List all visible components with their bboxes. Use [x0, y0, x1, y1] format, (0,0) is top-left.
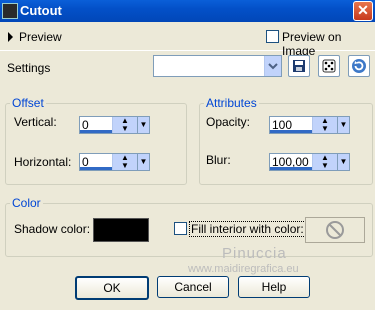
- blur-label: Blur:: [206, 153, 231, 167]
- opacity-spinner[interactable]: 100 ▲ ▼ ▼: [269, 116, 350, 134]
- close-icon: ✕: [357, 2, 369, 18]
- color-group-title: Color: [10, 196, 43, 210]
- chevron-down-icon[interactable]: ▼: [337, 154, 349, 170]
- settings-label: Settings: [7, 61, 51, 75]
- preview-row: Preview Preview on Image: [0, 24, 375, 58]
- help-button[interactable]: Help: [238, 276, 310, 298]
- shadow-color-swatch[interactable]: [93, 218, 149, 242]
- chevron-down-icon[interactable]: ▼: [137, 154, 149, 170]
- chevron-down-icon[interactable]: ▼: [137, 117, 149, 133]
- horizontal-spinner[interactable]: 0 ▲ ▼ ▼: [79, 153, 150, 171]
- horizontal-spin-buttons[interactable]: ▲ ▼: [112, 154, 137, 170]
- preview-label[interactable]: Preview: [19, 30, 62, 44]
- blur-spinner[interactable]: 100,00 ▲ ▼ ▼: [269, 153, 350, 171]
- ok-button[interactable]: OK: [75, 276, 149, 300]
- cancel-button[interactable]: Cancel: [157, 276, 229, 298]
- no-color-icon: [326, 221, 344, 239]
- offset-group-title: Offset: [10, 96, 46, 110]
- shadow-color-label: Shadow color:: [14, 222, 91, 236]
- attributes-group-title: Attributes: [204, 96, 259, 110]
- fill-interior-checkbox[interactable]: [174, 222, 187, 235]
- vertical-spin-buttons[interactable]: ▲ ▼: [112, 117, 137, 133]
- chevron-down-icon[interactable]: [264, 56, 281, 76]
- settings-dropdown[interactable]: [153, 55, 282, 77]
- app-icon: [2, 3, 18, 19]
- expand-triangle-icon[interactable]: [8, 32, 13, 42]
- save-icon: [293, 60, 305, 72]
- dice-icon: [322, 59, 336, 73]
- chevron-down-icon[interactable]: ▼: [337, 117, 349, 133]
- preview-on-image-label[interactable]: Preview on Image: [282, 30, 375, 58]
- opacity-spin-buttons[interactable]: ▲ ▼: [312, 117, 337, 133]
- close-button[interactable]: ✕: [353, 1, 373, 21]
- watermark-name: Pinuccia: [222, 245, 287, 262]
- horizontal-label: Horizontal:: [14, 155, 72, 169]
- reset-icon: [352, 59, 366, 73]
- title-bar[interactable]: Cutout ✕: [0, 0, 375, 22]
- blur-spin-buttons[interactable]: ▲ ▼: [312, 154, 337, 170]
- fill-color-swatch[interactable]: [305, 217, 365, 243]
- fill-interior-label[interactable]: Fill interior with color:: [189, 221, 306, 237]
- window-title: Cutout: [20, 3, 62, 18]
- reset-button[interactable]: [348, 55, 370, 77]
- opacity-label: Opacity:: [206, 115, 251, 129]
- watermark-url: www.maidiregrafica.eu: [188, 263, 299, 275]
- vertical-spinner[interactable]: 0 ▲ ▼ ▼: [79, 116, 150, 134]
- save-preset-button[interactable]: [288, 55, 310, 77]
- preview-on-image-checkbox[interactable]: [266, 30, 279, 43]
- randomize-button[interactable]: [318, 55, 340, 77]
- vertical-label: Vertical:: [14, 115, 57, 129]
